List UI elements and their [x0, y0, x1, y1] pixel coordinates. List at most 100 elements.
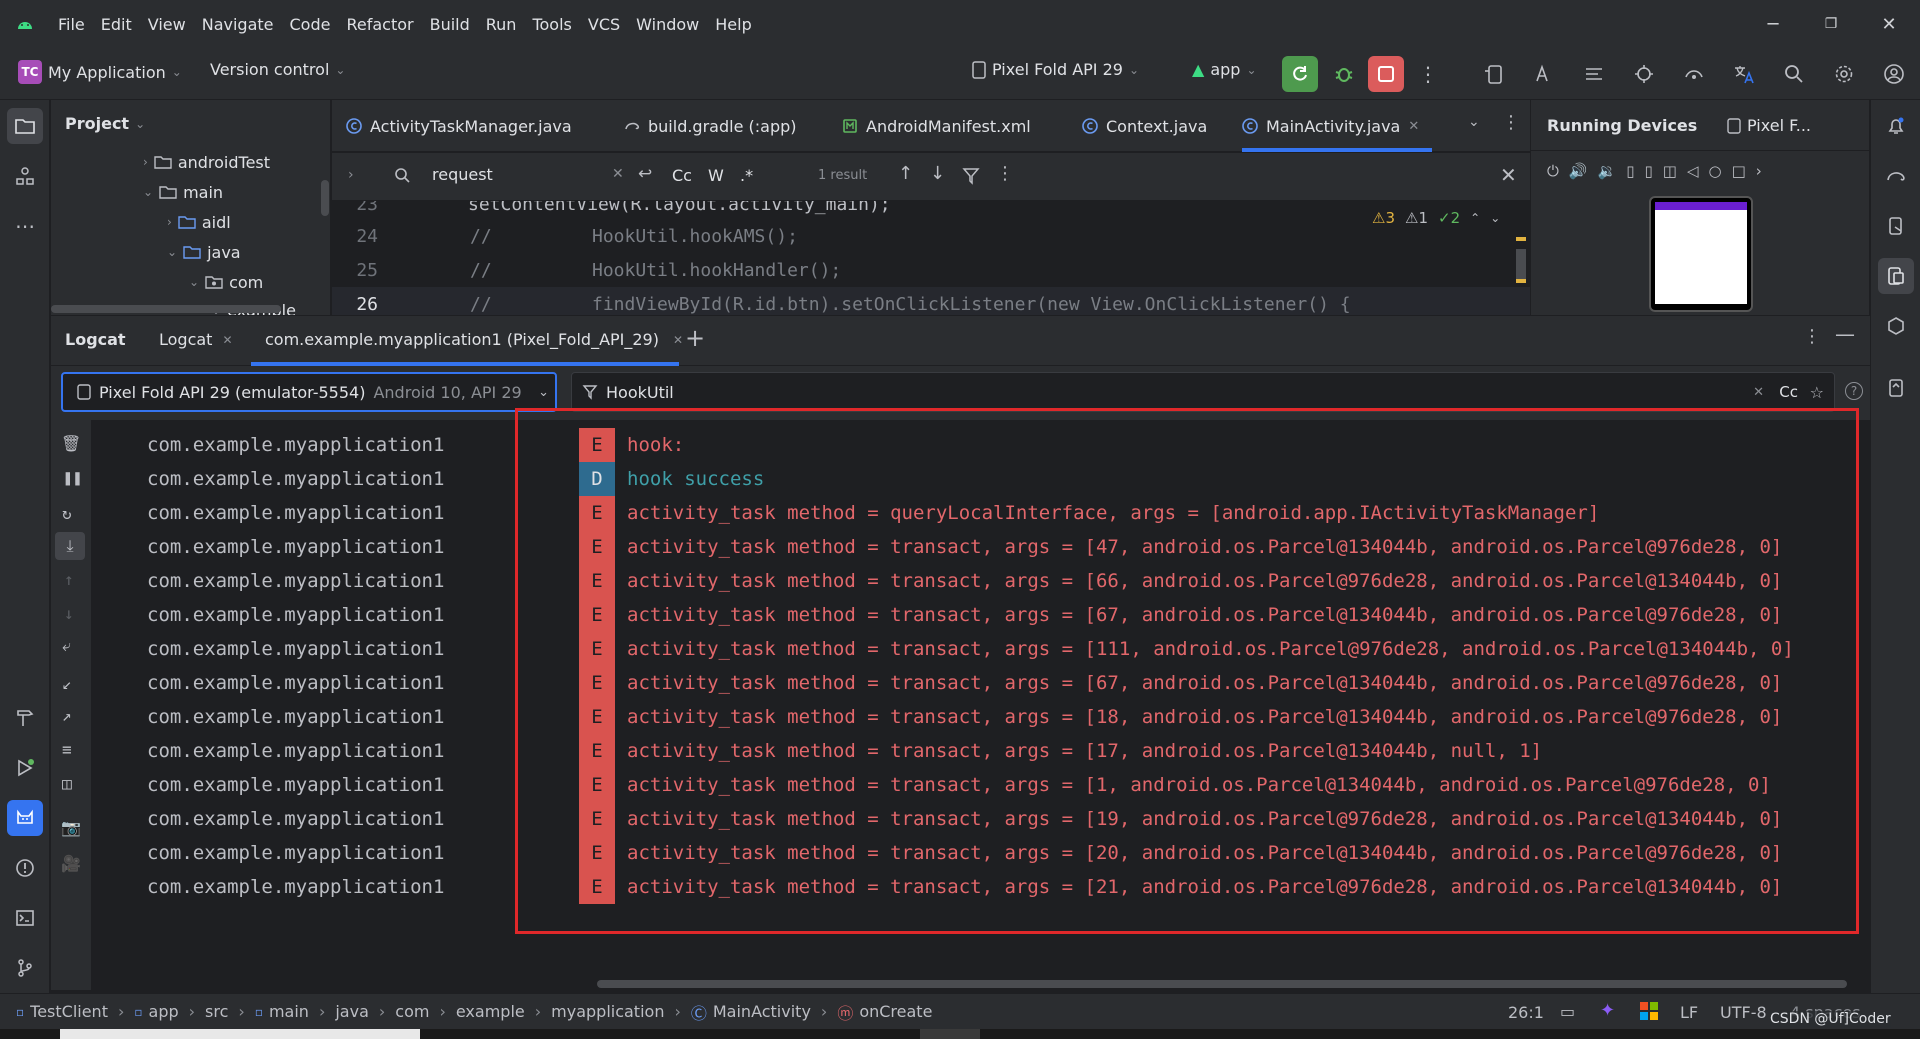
gradle-elephant-icon[interactable] — [1878, 158, 1914, 194]
device-manager-icon[interactable] — [1476, 56, 1512, 92]
rotate-left-icon[interactable]: ▯ — [1626, 162, 1634, 180]
breadcrumb-item[interactable]: ⓜ onCreate — [837, 1000, 932, 1024]
tab-activitytaskmanager[interactable]: ActivityTaskManager.java — [346, 100, 572, 152]
restore-button[interactable]: ❐ — [1802, 0, 1860, 48]
next-occurrence-icon[interactable]: ↓ — [930, 163, 945, 184]
tree-item-androidtest[interactable]: › androidTest — [143, 148, 270, 176]
breadcrumb-item[interactable]: com — [395, 1002, 429, 1021]
clear-filter-icon[interactable]: ✕ — [1753, 385, 1764, 400]
tree-horizontal-scrollbar[interactable] — [51, 305, 281, 313]
logcat-icon[interactable] — [7, 800, 43, 836]
notifications-bell-icon[interactable] — [1878, 108, 1914, 144]
previous-highlight-icon[interactable]: ⌃ — [1470, 211, 1480, 225]
problems-icon[interactable] — [7, 850, 43, 886]
tree-item-aidl[interactable]: › aidl — [167, 208, 231, 236]
device-dropdown[interactable]: Pixel Fold API 29 (emulator-5554) Androi… — [61, 372, 557, 412]
overview-icon[interactable]: □ — [1732, 162, 1746, 180]
regex-toggle[interactable]: .* — [740, 166, 753, 185]
comment-icon[interactable]: ▭ — [1560, 1002, 1575, 1021]
back-icon[interactable]: ◁ — [1687, 162, 1699, 180]
translate-icon[interactable] — [1526, 56, 1562, 92]
tab-mainactivity[interactable]: MainActivity.java ✕ — [1242, 100, 1433, 152]
project-folder-icon[interactable] — [7, 108, 43, 144]
windows-logo-icon[interactable] — [1640, 1002, 1658, 1020]
next-highlight-icon[interactable]: ⌄ — [1490, 211, 1500, 225]
stop-button[interactable] — [1368, 56, 1404, 92]
match-case-toggle[interactable]: Cc — [672, 166, 692, 185]
device-file-explorer-icon[interactable] — [1878, 208, 1914, 244]
breadcrumb-item[interactable]: java — [335, 1002, 369, 1021]
terminal-icon[interactable] — [7, 900, 43, 936]
build-hammer-icon[interactable] — [7, 700, 43, 736]
menu-run[interactable]: Run — [478, 15, 525, 34]
more-tools-icon[interactable]: ⋯ — [7, 208, 43, 244]
tab-more-icon[interactable]: ⋮ — [1502, 112, 1520, 133]
more-actions-icon[interactable]: ⋮ — [1410, 56, 1446, 92]
close-search-icon[interactable]: ✕ — [1500, 163, 1517, 187]
run-config-selector[interactable]: ▲ app ⌄ — [1192, 60, 1257, 79]
logcat-tab-app[interactable]: com.example.myapplication1 (Pixel_Fold_A… — [265, 330, 683, 349]
caret-position[interactable]: 26:1 — [1508, 1003, 1544, 1022]
search-more-icon[interactable]: ⋮ — [996, 163, 1014, 184]
close-tab-icon[interactable]: ✕ — [673, 333, 683, 347]
minimize-button[interactable]: ─ — [1744, 0, 1802, 48]
logcat-horizontal-scrollbar[interactable] — [597, 980, 1847, 988]
debug-button[interactable] — [1326, 56, 1362, 92]
line-separator[interactable]: LF — [1680, 1003, 1698, 1022]
emulator-icon[interactable] — [1878, 370, 1914, 406]
fold-icon[interactable]: ◫ — [1663, 162, 1677, 180]
search-query-input[interactable]: request — [432, 165, 493, 184]
code-editor[interactable]: 23 setContentView(R.layout.activity_main… — [332, 201, 1530, 315]
tree-item-main[interactable]: ⌄ main — [143, 178, 223, 206]
volume-down-icon[interactable]: 🔉 — [1598, 162, 1617, 180]
breadcrumb-item[interactable]: src — [205, 1002, 228, 1021]
tree-item-com[interactable]: ⌄ com — [189, 268, 263, 296]
menu-vcs[interactable]: VCS — [580, 15, 628, 34]
menu-file[interactable]: File — [50, 15, 93, 34]
menu-code[interactable]: Code — [282, 15, 339, 34]
tab-list-chevron-icon[interactable]: ⌄ — [1468, 114, 1480, 130]
settings-gear-icon[interactable] — [1826, 56, 1862, 92]
favorite-star-icon[interactable]: ☆ — [1810, 383, 1824, 402]
rotate-right-icon[interactable]: ▯ — [1645, 162, 1653, 180]
tab-androidmanifest[interactable]: AndroidManifest.xml — [842, 100, 1031, 152]
app-inspection-icon[interactable] — [1878, 308, 1914, 344]
hide-panel-icon[interactable]: — — [1835, 322, 1855, 346]
file-encoding[interactable]: UTF-8 — [1720, 1003, 1767, 1022]
inspection-widget[interactable]: ⚠3 ⚠1 ✓2 ⌃ ⌄ — [1368, 209, 1505, 227]
menu-navigate[interactable]: Navigate — [194, 15, 282, 34]
device-tab[interactable]: Pixel F... — [1727, 116, 1811, 135]
whole-words-toggle[interactable]: W — [708, 166, 724, 185]
help-icon[interactable]: ? — [1845, 382, 1863, 400]
structure-icon[interactable] — [7, 158, 43, 194]
logcat-tab-main[interactable]: Logcat ✕ — [159, 330, 233, 349]
breadcrumb-item[interactable]: Ⓒ MainActivity — [691, 1000, 811, 1024]
close-window-button[interactable]: ✕ — [1860, 0, 1918, 48]
breadcrumb-item[interactable]: ▫ TestClient — [16, 1002, 108, 1021]
project-view-selector[interactable]: Project ⌄ — [65, 114, 145, 133]
apply-changes-button[interactable] — [1282, 56, 1318, 92]
more-controls-icon[interactable]: › — [1756, 162, 1762, 180]
git-icon[interactable] — [7, 950, 43, 986]
menu-refactor[interactable]: Refactor — [338, 15, 421, 34]
language-icon[interactable] — [1726, 56, 1762, 92]
home-icon[interactable]: ○ — [1709, 162, 1722, 180]
editor-scrollbar[interactable] — [1516, 249, 1526, 279]
previous-occurrence-icon[interactable]: ↑ — [898, 163, 913, 184]
expand-replace-icon[interactable]: › — [348, 167, 354, 183]
search-history-icon[interactable]: ↩ — [638, 164, 652, 184]
new-tab-button[interactable]: + — [685, 324, 705, 352]
volume-up-icon[interactable]: 🔊 — [1569, 162, 1588, 180]
tree-item-java[interactable]: ⌄ java — [167, 238, 241, 266]
close-tab-icon[interactable]: ✕ — [1408, 119, 1419, 134]
gradle-icon[interactable] — [1676, 56, 1712, 92]
sync-icon[interactable] — [1626, 56, 1662, 92]
logcat-filter-input[interactable]: HookUtil ✕ Cc ☆ — [571, 372, 1835, 412]
device-selector[interactable]: Pixel Fold API 29 ⌄ — [972, 60, 1139, 79]
breadcrumb-item[interactable]: myapplication — [551, 1002, 664, 1021]
menu-tools[interactable]: Tools — [524, 15, 579, 34]
tree-scrollbar[interactable] — [321, 180, 329, 216]
tab-build-gradle[interactable]: build.gradle (:app) — [624, 100, 797, 152]
copilot-icon[interactable]: ✦ — [1600, 1000, 1615, 1021]
filter-icon[interactable] — [962, 167, 980, 185]
